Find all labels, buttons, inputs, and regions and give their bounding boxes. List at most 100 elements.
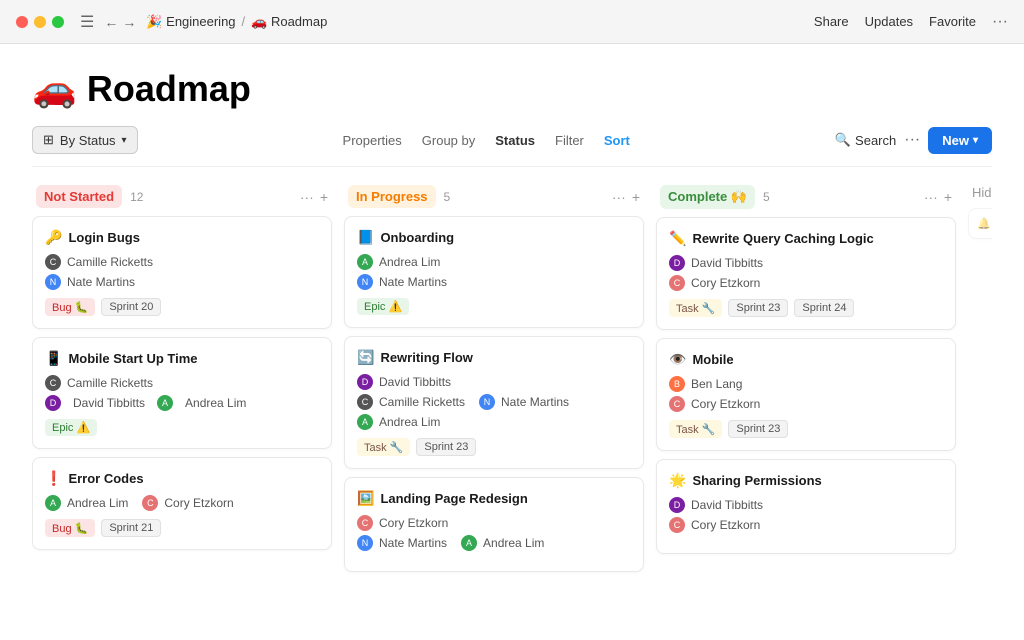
in-progress-label: In Progress	[356, 189, 428, 204]
complete-count: 5	[763, 190, 770, 204]
page-title: 🚗 Roadmap	[32, 68, 992, 110]
person-david: D David Tibbitts	[357, 374, 631, 390]
nav-arrows: ← →	[104, 14, 136, 30]
tag-sprint-24: Sprint 24	[794, 299, 854, 317]
avatar-david: D	[45, 395, 61, 411]
column-header-not-started: Not Started 12 ··· +	[32, 179, 332, 216]
share-button[interactable]: Share	[814, 14, 849, 29]
card-rewriting-flow[interactable]: 🔄 Rewriting Flow D David Tibbitts C Cami…	[344, 336, 644, 469]
breadcrumb-roadmap[interactable]: 🚗 Roadmap	[251, 14, 327, 30]
person-name: Camille Ricketts	[67, 255, 153, 269]
card-emoji: ✏️	[669, 230, 686, 247]
column-add-icon[interactable]: +	[944, 189, 952, 205]
card-title: ❗ Error Codes	[45, 470, 319, 487]
card-title-text: Sharing Permissions	[692, 473, 821, 488]
updates-button[interactable]: Updates	[865, 14, 913, 29]
group-by-value[interactable]: Status	[495, 133, 535, 148]
filter-button[interactable]: Filter	[555, 133, 584, 148]
column-add-icon[interactable]: +	[632, 189, 640, 205]
card-mobile-startup[interactable]: 📱 Mobile Start Up Time C Camille Rickett…	[32, 337, 332, 449]
card-landing-page[interactable]: 🖼️ Landing Page Redesign C Cory Etzkorn …	[344, 477, 644, 572]
person-name: Nate Martins	[379, 275, 447, 289]
card-onboarding[interactable]: 📘 Onboarding A Andrea Lim N Nate Martins…	[344, 216, 644, 328]
avatar-nate: N	[45, 274, 61, 290]
card-people: B Ben Lang C Cory Etzkorn	[669, 376, 943, 412]
card-people: D David Tibbitts C Camille Ricketts N Na…	[357, 374, 631, 430]
card-title: 📱 Mobile Start Up Time	[45, 350, 319, 367]
person-cory: C Cory Etzkorn	[669, 396, 943, 412]
search-button[interactable]: 🔍 Search	[835, 132, 896, 148]
search-icon: 🔍	[835, 132, 851, 148]
card-title: 🔑 Login Bugs	[45, 229, 319, 246]
person-name: Camille Ricketts	[379, 395, 465, 409]
person-name: Cory Etzkorn	[164, 496, 233, 510]
person-ben: B Ben Lang	[669, 376, 943, 392]
card-title-text: Error Codes	[68, 471, 143, 486]
tag-sprint-23: Sprint 23	[728, 420, 788, 438]
card-people: C Camille Ricketts D David Tibbitts A An…	[45, 375, 319, 411]
new-button-caret-icon: ▾	[973, 135, 978, 146]
avatar-andrea: A	[461, 535, 477, 551]
person-name: Nate Martins	[501, 395, 569, 409]
forward-arrow-icon[interactable]: →	[122, 14, 136, 30]
not-started-label: Not Started	[44, 189, 114, 204]
avatar-cory: C	[669, 275, 685, 291]
back-arrow-icon[interactable]: ←	[104, 14, 118, 30]
column-add-icon[interactable]: +	[320, 189, 328, 205]
maximize-button[interactable]	[52, 16, 64, 28]
card-sharing-permissions[interactable]: 🌟 Sharing Permissions D David Tibbitts C…	[656, 459, 956, 554]
person-andrea-cory: A Andrea Lim C Cory Etzkorn	[45, 495, 319, 511]
minimize-button[interactable]	[34, 16, 46, 28]
toolbar-left: ⊞ By Status ▾	[32, 126, 138, 154]
card-tags: Bug 🐛 Sprint 21	[45, 519, 319, 537]
card-title-text: Mobile	[692, 352, 733, 367]
new-button[interactable]: New ▾	[928, 127, 992, 154]
page-title-text: Roadmap	[87, 68, 251, 110]
favorite-button[interactable]: Favorite	[929, 14, 976, 29]
close-button[interactable]	[16, 16, 28, 28]
view-mode-button[interactable]: ⊞ By Status ▾	[32, 126, 138, 154]
card-emoji: 🖼️	[357, 490, 374, 507]
tag-sprint-23: Sprint 23	[728, 299, 788, 317]
breadcrumb-engineering[interactable]: 🎉 Engineering	[146, 14, 235, 30]
avatar-cory: C	[669, 517, 685, 533]
view-mode-label: By Status	[60, 133, 116, 148]
person-david: D David Tibbitts	[669, 497, 943, 513]
tag-sprint-20: Sprint 20	[101, 298, 161, 316]
card-error-codes[interactable]: ❗ Error Codes A Andrea Lim C Cory Etzkor…	[32, 457, 332, 550]
column-more-icon[interactable]: ···	[924, 189, 938, 205]
card-title-text: Rewriting Flow	[380, 350, 472, 365]
chevron-down-icon: ▾	[122, 135, 127, 146]
avatar-ben: B	[669, 376, 685, 392]
card-tags: Epic ⚠️	[357, 298, 631, 315]
person-camille: C Camille Ricketts	[45, 254, 319, 270]
card-tags: Task 🔧 Sprint 23	[669, 420, 943, 438]
person-nate-andrea: N Nate Martins A Andrea Lim	[357, 535, 631, 551]
card-login-bugs[interactable]: 🔑 Login Bugs C Camille Ricketts N Nate M…	[32, 216, 332, 329]
more-options-button[interactable]: ···	[992, 13, 1008, 31]
person-name: Nate Martins	[379, 536, 447, 550]
card-mobile[interactable]: 👁️ Mobile B Ben Lang C Cory Etzkorn Task…	[656, 338, 956, 451]
avatar-cory: C	[669, 396, 685, 412]
toolbar-right: 🔍 Search ··· New ▾	[835, 127, 992, 154]
more-toolbar-options[interactable]: ···	[904, 131, 920, 149]
properties-button[interactable]: Properties	[343, 133, 402, 148]
avatar-nate: N	[357, 274, 373, 290]
avatar-andrea: A	[157, 395, 173, 411]
column-header-in-progress: In Progress 5 ··· +	[344, 179, 644, 216]
column-not-started: Not Started 12 ··· + 🔑 Login Bugs C Cami	[32, 179, 332, 623]
column-more-icon[interactable]: ···	[300, 189, 314, 205]
hamburger-icon[interactable]: ☰	[80, 12, 94, 32]
card-people: D David Tibbitts C Cory Etzkorn	[669, 497, 943, 533]
column-more-icon[interactable]: ···	[612, 189, 626, 205]
breadcrumb-separator: /	[242, 14, 246, 29]
sort-button[interactable]: Sort	[604, 133, 630, 148]
card-title: 📘 Onboarding	[357, 229, 631, 246]
tag-bug: Bug 🐛	[45, 298, 95, 316]
person-name: Andrea Lim	[185, 396, 246, 410]
avatar-cory: C	[142, 495, 158, 511]
column-complete: Complete 🙌 5 ··· + ✏️ Rewrite Query Cach…	[656, 179, 956, 623]
card-query-caching[interactable]: ✏️ Rewrite Query Caching Logic D David T…	[656, 217, 956, 330]
column-header-hidden: Hidden	[968, 179, 992, 208]
person-cory: C Cory Etzkorn	[669, 517, 943, 533]
